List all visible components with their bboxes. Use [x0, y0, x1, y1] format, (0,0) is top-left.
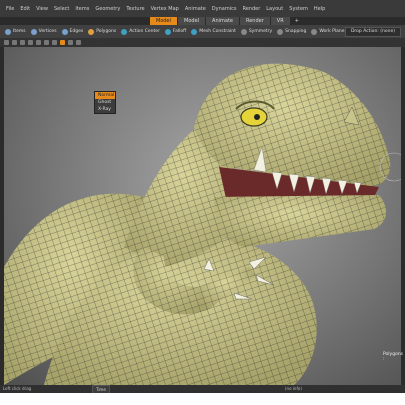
falloff-icon [164, 28, 171, 35]
wireframe-icon[interactable] [44, 40, 49, 45]
polygons-button[interactable]: Polygons [88, 28, 117, 35]
view-type-icon[interactable] [4, 40, 9, 45]
symmetry-button[interactable]: Symmetry [240, 28, 273, 35]
3d-viewport[interactable]: Normal Ghost X-Ray [4, 47, 401, 385]
modo-window: File Edit View Select Items Geometry Tex… [0, 0, 405, 393]
work-plane-icon [311, 28, 318, 35]
vertices-icon [30, 28, 37, 35]
tab-model[interactable]: Model [150, 17, 178, 25]
menu-item[interactable]: Animate [185, 6, 206, 12]
layout-tabs: Model Model Animate Render VR + [150, 17, 303, 25]
menu-item[interactable]: Vertex Map [151, 6, 179, 12]
menu-item[interactable]: System [289, 6, 308, 12]
shading-mode-icon[interactable] [60, 40, 65, 45]
snapping-label: Snapping [285, 29, 307, 34]
edges-icon [61, 28, 68, 35]
menu-item[interactable]: Render [242, 6, 260, 12]
tab-animate[interactable]: Animate [206, 17, 239, 25]
edges-label: Edges [69, 29, 84, 34]
mesh-constraint-icon [191, 28, 198, 35]
mesh-constraint-button[interactable]: Mesh Constraint [191, 28, 236, 35]
grid-icon[interactable] [20, 40, 25, 45]
tab-render[interactable]: Render [239, 17, 270, 25]
camera-icon[interactable] [12, 40, 17, 45]
items-icon [5, 28, 11, 35]
menu-item[interactable]: Texture [126, 6, 144, 12]
menu-item[interactable]: Edit [20, 6, 30, 12]
edges-button[interactable]: Edges [61, 28, 84, 35]
time-button[interactable]: Time [92, 385, 110, 393]
dinosaur-model [4, 63, 401, 385]
polygons-icon [88, 28, 95, 35]
work-plane-button[interactable]: Work Plane [311, 28, 345, 35]
menu-item[interactable]: View [36, 6, 48, 12]
polygons-label: Polygons [96, 29, 117, 34]
menu-item[interactable]: File [6, 6, 14, 12]
items-button[interactable]: Items [5, 28, 26, 35]
snapping-icon [277, 28, 284, 35]
mode-toolbar: Items Vertices Edges Polygons Action Cen… [0, 25, 405, 38]
items-label: Items [13, 29, 26, 34]
menu-item[interactable]: Dynamics [212, 6, 237, 12]
add-tab-button[interactable]: + [291, 17, 303, 25]
viewport-header [0, 38, 405, 47]
action-center-button[interactable]: Action Center [121, 28, 160, 35]
options-icon[interactable] [68, 40, 73, 45]
work-plane-label: Work Plane [319, 29, 345, 34]
tab-vr[interactable]: VR [270, 17, 290, 25]
mesh-constraint-label: Mesh Constraint [199, 29, 236, 34]
symmetry-icon [240, 28, 247, 35]
shading-dropdown: Normal Ghost X-Ray [94, 91, 116, 114]
menu-item[interactable]: Select [54, 6, 69, 12]
visibility-icon[interactable] [36, 40, 41, 45]
selection-info: Polygons : [383, 352, 404, 362]
status-bar: Left click drag Time (no info) [0, 385, 405, 393]
snapping-button[interactable]: Snapping [277, 28, 307, 35]
menu-item[interactable]: Geometry [95, 6, 120, 12]
lighting-icon[interactable] [28, 40, 33, 45]
status-info: (no info) [285, 386, 302, 391]
shading-option-normal[interactable]: Normal [95, 92, 115, 99]
tab-model-2[interactable]: Model [178, 17, 206, 25]
status-hint: Left click drag [3, 386, 32, 391]
menu-item[interactable]: Layout [266, 6, 283, 12]
drop-action-select[interactable]: Drop Action: (none) [344, 27, 401, 37]
action-center-label: Action Center [129, 29, 160, 34]
menu-item[interactable]: Help [314, 6, 325, 12]
menu-item[interactable]: Items [75, 6, 89, 12]
shading-option-ghost[interactable]: Ghost [95, 99, 115, 106]
falloff-button[interactable]: Falloff [164, 28, 187, 35]
vertices-label: Vertices [38, 29, 57, 34]
falloff-label: Falloff [172, 29, 187, 34]
shading-option-xray[interactable]: X-Ray [95, 106, 115, 113]
vertices-button[interactable]: Vertices [30, 28, 57, 35]
texture-icon[interactable] [52, 40, 57, 45]
menu-bar: File Edit View Select Items Geometry Tex… [0, 0, 405, 17]
settings-icon[interactable] [76, 40, 81, 45]
symmetry-label: Symmetry [248, 29, 273, 34]
action-center-icon [121, 28, 128, 35]
